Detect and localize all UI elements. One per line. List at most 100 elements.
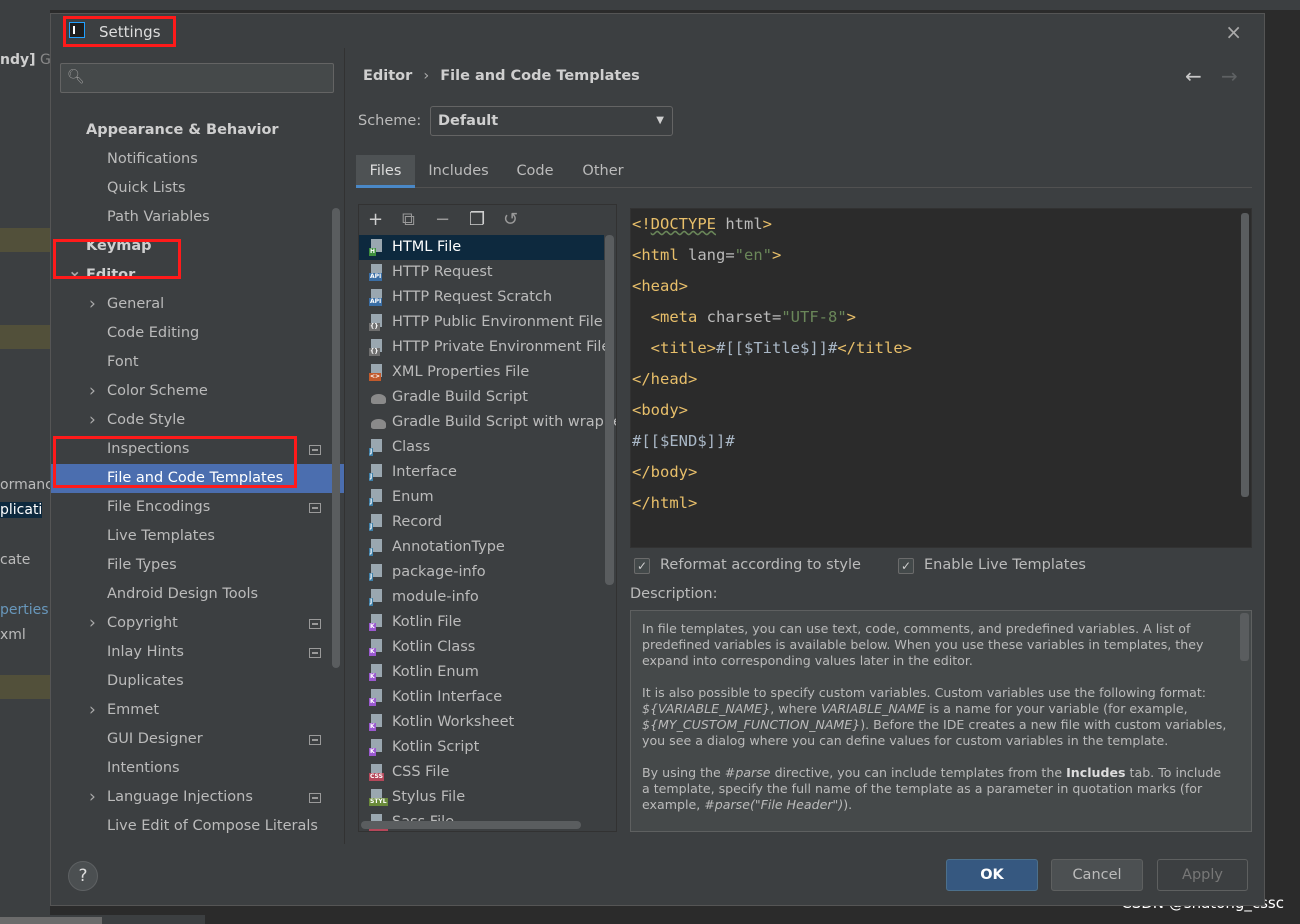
chevron-right-icon[interactable]: ›	[89, 609, 96, 638]
sidebar-item[interactable]: Live Templates	[51, 522, 344, 551]
template-item[interactable]: J Class	[359, 435, 604, 460]
tab-includes[interactable]: Includes	[421, 155, 496, 188]
code-line: </html>	[632, 494, 698, 512]
chevron-right-icon[interactable]: ›	[89, 841, 96, 844]
template-item[interactable]: J Record	[359, 510, 604, 535]
template-item[interactable]: Jmodule-info	[359, 585, 604, 610]
sidebar-item[interactable]: Appearance & Behavior	[51, 116, 344, 145]
template-item[interactable]: K Kotlin Worksheet	[359, 710, 604, 735]
sidebar-item[interactable]: › General	[51, 290, 344, 319]
chevron-down-icon[interactable]: ⌄	[68, 256, 81, 285]
copy-icon[interactable]: ❐	[469, 209, 485, 230]
sidebar-item[interactable]: Quick Lists	[51, 174, 344, 203]
template-item[interactable]: J AnnotationType	[359, 535, 604, 560]
tab-code[interactable]: Code	[508, 155, 562, 188]
pane-divider[interactable]	[344, 48, 345, 844]
template-item[interactable]: K Kotlin Enum	[359, 660, 604, 685]
template-item[interactable]: K Kotlin Interface	[359, 685, 604, 710]
sidebar-item-label: GUI Designer	[107, 731, 203, 747]
template-list-scrollbar[interactable]	[605, 235, 614, 585]
template-code-editor[interactable]: <!DOCTYPE html> <html lang="en"> <head> <m…	[630, 208, 1252, 548]
sidebar-item[interactable]: Live Edit of Compose Literals	[51, 812, 344, 841]
chevron-right-icon[interactable]: ›	[89, 377, 96, 406]
back-arrow-icon[interactable]: ←	[1185, 64, 1202, 88]
template-item[interactable]: Gradle Build Script with wrapper	[359, 410, 616, 435]
sidebar-item[interactable]: Inspections	[51, 435, 344, 464]
sidebar-item[interactable]: › Copyright	[51, 609, 344, 638]
add-child-icon[interactable]: ⧉	[402, 209, 415, 230]
apply-button[interactable]: Apply	[1157, 859, 1248, 891]
template-item[interactable]: API HTTP Request	[359, 260, 604, 285]
sidebar-scrollbar[interactable]	[332, 208, 340, 668]
template-item[interactable]: H HTML File	[359, 235, 604, 260]
sidebar-item[interactable]: GUI Designer	[51, 725, 344, 754]
dialog-titlebar[interactable]: Settings ×	[51, 14, 1264, 48]
template-item[interactable]: K Kotlin Class	[359, 635, 604, 660]
ide-highlight-bar	[0, 675, 50, 699]
sidebar-item-label: Inspections	[107, 441, 190, 457]
cancel-button[interactable]: Cancel	[1051, 859, 1143, 891]
sidebar-item-label: Android Design Tools	[107, 586, 259, 602]
add-icon[interactable]: +	[368, 209, 383, 230]
project-scope-icon	[309, 503, 321, 513]
help-button[interactable]: ?	[68, 861, 98, 891]
sidebar-item[interactable]: Path Variables	[51, 203, 344, 232]
sidebar-item[interactable]: Inlay Hints	[51, 638, 344, 667]
sidebar-item[interactable]: › Color Scheme	[51, 377, 344, 406]
java-file-icon: J	[369, 439, 385, 456]
sidebar-item[interactable]: Notifications	[51, 145, 344, 174]
sidebar-item-label: Code Editing	[107, 325, 200, 341]
search-input[interactable]: 🔍︎	[60, 63, 334, 93]
remove-icon[interactable]: −	[435, 209, 450, 230]
sidebar-item[interactable]: Duplicates	[51, 667, 344, 696]
sidebar-item[interactable]: Android Design Tools	[51, 580, 344, 609]
template-name: Class	[392, 439, 431, 455]
template-name: package-info	[392, 564, 486, 580]
sidebar-item[interactable]: › Code Style	[51, 406, 344, 435]
breadcrumb-parent[interactable]: Editor	[363, 68, 412, 84]
sidebar-item[interactable]: ⌄ Editor	[51, 261, 344, 290]
template-item[interactable]: {} HTTP Public Environment File	[359, 310, 604, 335]
description-scrollbar[interactable]	[1240, 613, 1249, 661]
template-item[interactable]: <> XML Properties File	[359, 360, 604, 385]
template-item[interactable]: J Enum	[359, 485, 604, 510]
template-name: HTTP Request	[392, 264, 493, 280]
template-list-hscrollbar[interactable]	[361, 821, 581, 829]
forward-arrow-icon[interactable]: →	[1221, 64, 1238, 88]
chevron-right-icon[interactable]: ›	[89, 696, 96, 725]
reset-icon[interactable]: ↺	[503, 209, 518, 230]
template-item[interactable]: STYL Stylus File	[359, 785, 604, 810]
sidebar-item-label: Emmet	[107, 702, 160, 718]
sidebar-item[interactable]: Code Editing	[51, 319, 344, 348]
sidebar-item[interactable]: Font	[51, 348, 344, 377]
sidebar-item[interactable]: File and Code Templates	[51, 464, 344, 493]
ok-button[interactable]: OK	[946, 859, 1038, 891]
template-item[interactable]: K Kotlin File	[359, 610, 604, 635]
template-item[interactable]: {} HTTP Private Environment File	[359, 335, 610, 360]
sidebar-item[interactable]: Keymap	[51, 232, 344, 261]
template-item[interactable]: Jpackage-info	[359, 560, 604, 585]
chevron-right-icon[interactable]: ›	[89, 783, 96, 812]
sidebar-item[interactable]: › Emmet	[51, 696, 344, 725]
sidebar-item[interactable]: File Encodings	[51, 493, 344, 522]
sidebar-item[interactable]: › Language Injections	[51, 783, 344, 812]
template-item[interactable]: CSS CSS File	[359, 760, 604, 785]
template-item[interactable]: K Kotlin Script	[359, 735, 604, 760]
tab-other[interactable]: Other	[574, 155, 632, 188]
sidebar-item-label: File Encodings	[107, 499, 211, 515]
chevron-right-icon[interactable]: ›	[89, 290, 96, 319]
scheme-dropdown[interactable]: Default ▼	[430, 106, 673, 136]
tab-files[interactable]: Files	[356, 155, 415, 188]
chevron-down-icon: ▼	[656, 115, 664, 126]
template-name: HTML File	[392, 239, 462, 255]
chevron-right-icon[interactable]: ›	[89, 406, 96, 435]
template-item[interactable]: J Interface	[359, 460, 604, 485]
template-item[interactable]: API HTTP Request Scratch	[359, 285, 604, 310]
sidebar-item[interactable]: › Natural Languages	[51, 841, 344, 844]
close-icon[interactable]: ×	[1225, 20, 1242, 44]
sidebar-item[interactable]: File Types	[51, 551, 344, 580]
template-item[interactable]: Gradle Build Script	[359, 385, 604, 410]
editor-scrollbar[interactable]	[1241, 213, 1249, 497]
template-name: Gradle Build Script with wrapper	[392, 414, 617, 430]
sidebar-item[interactable]: Intentions	[51, 754, 344, 783]
